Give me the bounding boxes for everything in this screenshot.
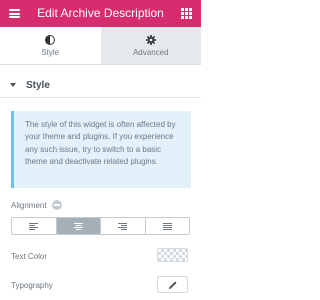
text-color-picker[interactable]	[157, 248, 188, 262]
align-right-icon	[118, 222, 128, 230]
align-justify-icon	[162, 222, 172, 230]
tab-style-label: Style	[41, 47, 60, 57]
grid-apps-icon[interactable]	[181, 8, 192, 19]
typography-edit-button[interactable]	[157, 276, 188, 293]
align-justify-button[interactable]	[145, 218, 189, 234]
align-center-icon	[73, 222, 83, 230]
section-title: Style	[26, 79, 50, 91]
style-section-toggle[interactable]: Style	[0, 73, 201, 98]
align-right-button[interactable]	[101, 218, 146, 234]
align-left-icon	[29, 222, 39, 230]
pencil-icon	[168, 280, 177, 289]
half-circle-style-icon	[45, 34, 56, 45]
responsive-globe-icon[interactable]	[51, 200, 62, 210]
tab-style[interactable]: Style	[0, 27, 101, 64]
align-left-button[interactable]	[12, 218, 57, 234]
tab-advanced-label: Advanced	[132, 47, 169, 57]
text-color-label: Text Color	[11, 252, 48, 261]
panel-tabs: Style Advanced	[0, 27, 201, 65]
gear-icon	[145, 34, 156, 45]
alignment-label-row: Alignment	[11, 200, 62, 210]
caret-down-icon	[10, 83, 16, 87]
alignment-label: Alignment	[11, 200, 47, 210]
align-center-button[interactable]	[56, 218, 101, 234]
editor-header: Edit Archive Description	[0, 0, 201, 27]
alignment-control	[11, 217, 190, 235]
panel-title: Edit Archive Description	[37, 6, 164, 20]
typography-label: Typography	[11, 281, 53, 290]
theme-notice: The style of this widget is often affect…	[11, 111, 191, 188]
tab-advanced[interactable]: Advanced	[101, 27, 202, 64]
